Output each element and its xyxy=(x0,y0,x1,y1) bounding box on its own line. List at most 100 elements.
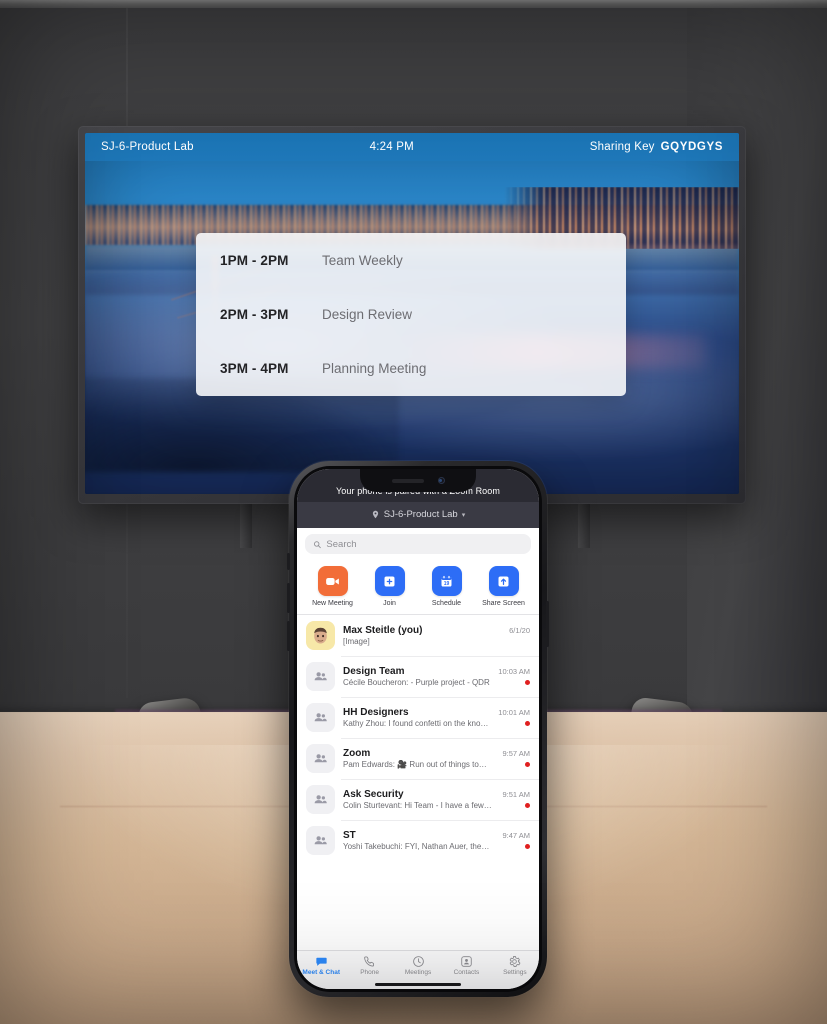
front-camera-icon xyxy=(437,477,445,484)
new-meeting-button[interactable]: New Meeting xyxy=(304,566,361,607)
unread-indicator xyxy=(525,680,530,685)
quick-actions-bar: New Meeting Join 19 Schedule Share Scree… xyxy=(297,558,539,614)
tab-meet-and-chat[interactable]: Meet & Chat xyxy=(297,955,345,976)
share-screen-label: Share Screen xyxy=(482,600,525,607)
chat-title: Design Team xyxy=(343,666,405,677)
svg-text:19: 19 xyxy=(444,580,450,586)
unread-indicator xyxy=(525,721,530,726)
tv-clock: 4:24 PM xyxy=(369,141,414,153)
unread-indicator xyxy=(525,803,530,808)
tv-top-bar: SJ-6-Product Lab 4:24 PM Sharing Key GQY… xyxy=(85,133,739,161)
earpiece-speaker xyxy=(391,478,424,483)
schedule-button[interactable]: 19 Schedule xyxy=(418,566,475,607)
avatar xyxy=(306,621,335,650)
tab-label: Phone xyxy=(360,969,379,976)
iphone-device: Your phone is paired with a Zoom Room SJ… xyxy=(287,461,549,997)
tv-room-name: SJ-6-Product Lab xyxy=(101,141,194,153)
volume-up-button[interactable] xyxy=(287,583,290,613)
schedule-label: Schedule xyxy=(431,600,462,607)
avatar xyxy=(306,662,335,691)
power-button[interactable] xyxy=(546,601,549,647)
chat-title: Max Steitle (you) xyxy=(343,625,423,636)
chat-title: Ask Security xyxy=(343,789,404,800)
home-indicator[interactable] xyxy=(297,979,539,989)
new-meeting-label: New Meeting xyxy=(312,600,353,607)
meeting-row[interactable]: 1PM - 2PM Team Weekly xyxy=(196,234,626,288)
arrow-up-box-icon xyxy=(488,566,519,596)
avatar xyxy=(306,703,335,732)
chat-preview: Cécile Boucheron: - Purple project - QDR xyxy=(343,678,490,687)
tab-contacts[interactable]: Contacts xyxy=(442,955,490,976)
phone-notch xyxy=(360,469,476,492)
avatar xyxy=(306,826,335,855)
search-bar[interactable] xyxy=(305,534,531,554)
list-item[interactable]: HH Designers 10:01 AM Kathy Zhou: I foun… xyxy=(297,697,539,738)
join-button[interactable]: Join xyxy=(361,566,418,607)
list-item[interactable]: Zoom 9:57 AM Pam Edwards: 🎥 Run out of t… xyxy=(297,738,539,779)
chat-time: 6/1/20 xyxy=(509,626,530,635)
meeting-title: Planning Meeting xyxy=(322,361,427,376)
memoji-face-icon xyxy=(314,627,327,644)
group-people-icon xyxy=(314,754,327,763)
location-pin-icon xyxy=(372,510,378,519)
group-people-icon xyxy=(314,672,327,681)
tab-label: Meet & Chat xyxy=(302,969,340,976)
phone-screen: Your phone is paired with a Zoom Room SJ… xyxy=(297,469,539,989)
tab-label: Meetings xyxy=(404,969,432,976)
chat-title: Zoom xyxy=(343,748,371,759)
person-card-icon xyxy=(461,956,472,967)
chat-preview: Pam Edwards: 🎥 Run out of things to… xyxy=(343,760,487,769)
meeting-row[interactable]: 3PM - 4PM Planning Meeting xyxy=(196,342,626,396)
mute-switch[interactable] xyxy=(287,553,290,570)
meeting-row[interactable]: 2PM - 3PM Design Review xyxy=(196,288,626,342)
meeting-time: 1PM - 2PM xyxy=(220,253,289,268)
list-item[interactable]: ST 9:47 AM Yoshi Takebuchi: FYI, Nathan … xyxy=(297,820,539,861)
wall-switch-plate-double xyxy=(742,716,770,756)
share-screen-button[interactable]: Share Screen xyxy=(475,566,532,607)
search-input[interactable] xyxy=(326,538,523,550)
room-selector[interactable]: SJ-6-Product Lab ▾ xyxy=(297,502,539,528)
chat-list: Max Steitle (you) 6/1/20 [Image] Design … xyxy=(297,615,539,950)
chat-time: 9:51 AM xyxy=(502,790,530,799)
list-item[interactable]: Ask Security 9:51 AM Colin Sturtevant: H… xyxy=(297,779,539,820)
chat-time: 9:57 AM xyxy=(502,749,530,758)
calendar-icon: 19 xyxy=(431,566,462,596)
bottom-tab-bar: Meet & Chat Phone Meetings Contacts Sett… xyxy=(297,950,539,979)
list-item[interactable]: Design Team 10:03 AM Cécile Boucheron: -… xyxy=(297,656,539,697)
search-icon xyxy=(313,540,321,548)
chat-preview: Kathy Zhou: I found confetti on the kno… xyxy=(343,719,489,728)
upcoming-meetings-card: 1PM - 2PM Team Weekly 2PM - 3PM Design R… xyxy=(196,233,626,396)
tab-settings[interactable]: Settings xyxy=(491,955,539,976)
tab-phone[interactable]: Phone xyxy=(345,955,393,976)
chat-bubble-icon xyxy=(316,957,327,966)
search-section xyxy=(297,528,539,558)
meeting-time: 3PM - 4PM xyxy=(220,361,289,376)
wall-switch-plate-single xyxy=(800,716,827,756)
plus-square-icon xyxy=(374,566,405,596)
chat-preview: Yoshi Takebuchi: FYI, Nathan Auer, the… xyxy=(343,842,490,851)
video-camera-icon xyxy=(317,566,348,596)
chat-title: HH Designers xyxy=(343,707,409,718)
clock-icon xyxy=(412,956,424,967)
tv-sharing-key-value: GQYDGYS xyxy=(660,141,723,153)
chat-preview: [Image] xyxy=(343,637,370,646)
join-label: Join xyxy=(383,600,396,607)
chat-title: ST xyxy=(343,830,356,841)
group-people-icon xyxy=(314,713,327,722)
chat-time: 10:01 AM xyxy=(498,708,530,717)
tab-label: Contacts xyxy=(453,969,480,976)
group-people-icon xyxy=(314,795,327,804)
meeting-title: Team Weekly xyxy=(322,253,403,268)
tab-label: Settings xyxy=(503,969,527,976)
list-item[interactable]: Max Steitle (you) 6/1/20 [Image] xyxy=(297,615,539,656)
tab-meetings[interactable]: Meetings xyxy=(394,955,442,976)
unread-indicator xyxy=(525,762,530,767)
tv-sharing-key-label: Sharing Key xyxy=(589,141,655,153)
meeting-title: Design Review xyxy=(322,307,413,322)
chevron-down-icon: ▾ xyxy=(461,511,466,519)
tv-stand-leg-right xyxy=(578,504,590,548)
avatar xyxy=(306,744,335,773)
volume-down-button[interactable] xyxy=(287,621,290,651)
gear-icon xyxy=(510,956,521,967)
chat-time: 10:03 AM xyxy=(498,667,530,676)
